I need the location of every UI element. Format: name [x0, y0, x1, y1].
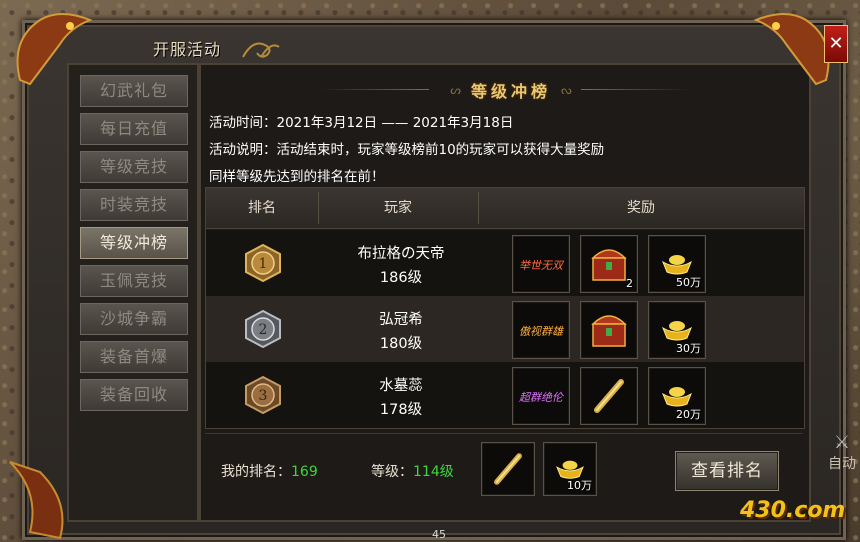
site-watermark: 430.com	[740, 498, 846, 523]
reward-slot[interactable]: 20万	[648, 367, 706, 425]
player-level: 180级	[379, 336, 423, 352]
my-rank-label: 我的排名：	[221, 464, 291, 480]
player-name: 水墓蕊	[379, 378, 423, 394]
event-description-note: 同样等级先达到的排名在前！	[209, 169, 385, 185]
svg-text:傲视群雄: 傲视群雄	[519, 325, 565, 338]
table-header: 排名 玩家 奖励	[206, 188, 804, 229]
reward-slot[interactable]	[580, 301, 638, 359]
sidebar-item-level-competition[interactable]: 等级竞技	[80, 151, 188, 183]
title-badge-icon: 举世无双	[519, 259, 565, 272]
sidebar-item-daily-recharge[interactable]: 每日充值	[80, 113, 188, 145]
sidebar-item-level-rush[interactable]: 等级冲榜	[80, 227, 188, 259]
view-ranking-button[interactable]: 查看排名	[675, 451, 779, 491]
header-player: 玩家	[384, 200, 412, 216]
ornament-icon: ᔓ	[561, 83, 572, 97]
reward-quantity: 30万	[676, 342, 701, 355]
my-ranking-bar: 我的排名：169 等级：114级 10万 查看排名	[205, 433, 803, 517]
reward-slot[interactable]: 傲视群雄	[512, 301, 570, 359]
dragon-ornament-icon	[16, 13, 93, 86]
reward-slot[interactable]: 50万	[648, 235, 706, 293]
close-button[interactable]: ✕	[824, 25, 848, 63]
title-swirl-icon	[242, 42, 280, 58]
reward-slot[interactable]: 举世无双	[512, 235, 570, 293]
banner-title: 等级冲榜	[470, 82, 551, 101]
reward-quantity: 20万	[676, 408, 701, 421]
header-reward: 奖励	[627, 200, 655, 216]
event-description: 活动说明：活动结束时，玩家等级榜前10的玩家可以获得大量奖励	[209, 142, 605, 158]
event-window: 开服活动 幻武礼包 每日充值 等级竞技 时装竞技 等级冲榜 玉佩竞技 沙城争霸 …	[22, 20, 846, 540]
reward-slot[interactable]	[580, 367, 638, 425]
crossed-swords-icon: ⚔	[833, 432, 851, 453]
my-rank: 我的排名：169	[221, 461, 318, 481]
sidebar-item-castle-siege[interactable]: 沙城争霸	[80, 303, 188, 335]
table-row: 1 布拉格の天帝 186级 举世无双 2 50万	[206, 230, 804, 296]
sidebar-item-equipment-recycle[interactable]: 装备回收	[80, 379, 188, 411]
my-level-label: 等级：	[371, 464, 413, 480]
treasure-chest-icon	[591, 315, 627, 347]
content-panel: ᔕ 等级冲榜 ᔓ 活动时间：2021年3月12日 —— 2021年3月18日 活…	[199, 63, 811, 522]
reward-quantity: 10万	[567, 479, 592, 492]
title-badge-icon: 傲视群雄	[519, 325, 565, 338]
auto-label: 自动	[828, 456, 856, 472]
gold-medal-icon: 1	[245, 244, 281, 282]
player-level: 178级	[379, 402, 423, 418]
my-reward-slot[interactable]: 10万	[543, 442, 597, 496]
bronze-medal-icon: 3	[245, 376, 281, 414]
reward-slot[interactable]: 2	[580, 235, 638, 293]
dragon-ornament-icon	[9, 461, 64, 540]
my-level: 等级：114级	[371, 461, 454, 481]
window-title: 开服活动	[153, 40, 222, 59]
reward-slot[interactable]: 30万	[648, 301, 706, 359]
banner-divider-right	[581, 89, 691, 90]
title-badge-icon: 超群绝伦	[519, 391, 565, 404]
event-time: 活动时间：2021年3月12日 —— 2021年3月18日	[209, 115, 514, 131]
table-row: 3 水墓蕊 178级 超群绝伦 20万	[206, 362, 804, 428]
my-level-value: 114级	[413, 464, 454, 480]
sidebar-item-fashion-competition[interactable]: 时装竞技	[80, 189, 188, 221]
banner: ᔕ 等级冲榜 ᔓ	[431, 79, 591, 101]
reward-quantity: 50万	[676, 276, 701, 289]
svg-text:1: 1	[259, 256, 268, 272]
reward-slot[interactable]: 超群绝伦	[512, 367, 570, 425]
sidebar-item-jade-competition[interactable]: 玉佩竞技	[80, 265, 188, 297]
silver-medal-icon: 2	[245, 310, 281, 348]
header-rank: 排名	[248, 200, 276, 216]
svg-text:3: 3	[259, 388, 268, 404]
ranking-table: 排名 玩家 奖励 1 布拉格の天帝 186级 举世无双 2 50万 2 弘冠希 …	[205, 187, 805, 429]
banner-divider-left	[319, 89, 429, 90]
my-reward-slot[interactable]	[481, 442, 535, 496]
auto-button[interactable]: ⚔ 自动	[822, 432, 860, 480]
hud-number: 45	[432, 528, 446, 541]
window-titlebar: 开服活动	[141, 31, 301, 65]
svg-text:超群绝伦: 超群绝伦	[519, 391, 565, 404]
player-level: 186级	[379, 270, 423, 286]
player-name: 弘冠希	[379, 312, 423, 328]
scroll-icon	[594, 379, 624, 413]
ornament-icon: ᔕ	[450, 83, 461, 97]
svg-text:举世无双: 举世无双	[519, 259, 565, 272]
svg-text:2: 2	[259, 322, 268, 338]
player-name: 布拉格の天帝	[357, 246, 445, 262]
sidebar-item-first-drop[interactable]: 装备首爆	[80, 341, 188, 373]
reward-quantity: 2	[626, 277, 633, 290]
my-rank-value: 169	[291, 464, 318, 480]
table-row: 2 弘冠希 180级 傲视群雄 30万	[206, 296, 804, 362]
scroll-icon	[494, 453, 522, 485]
